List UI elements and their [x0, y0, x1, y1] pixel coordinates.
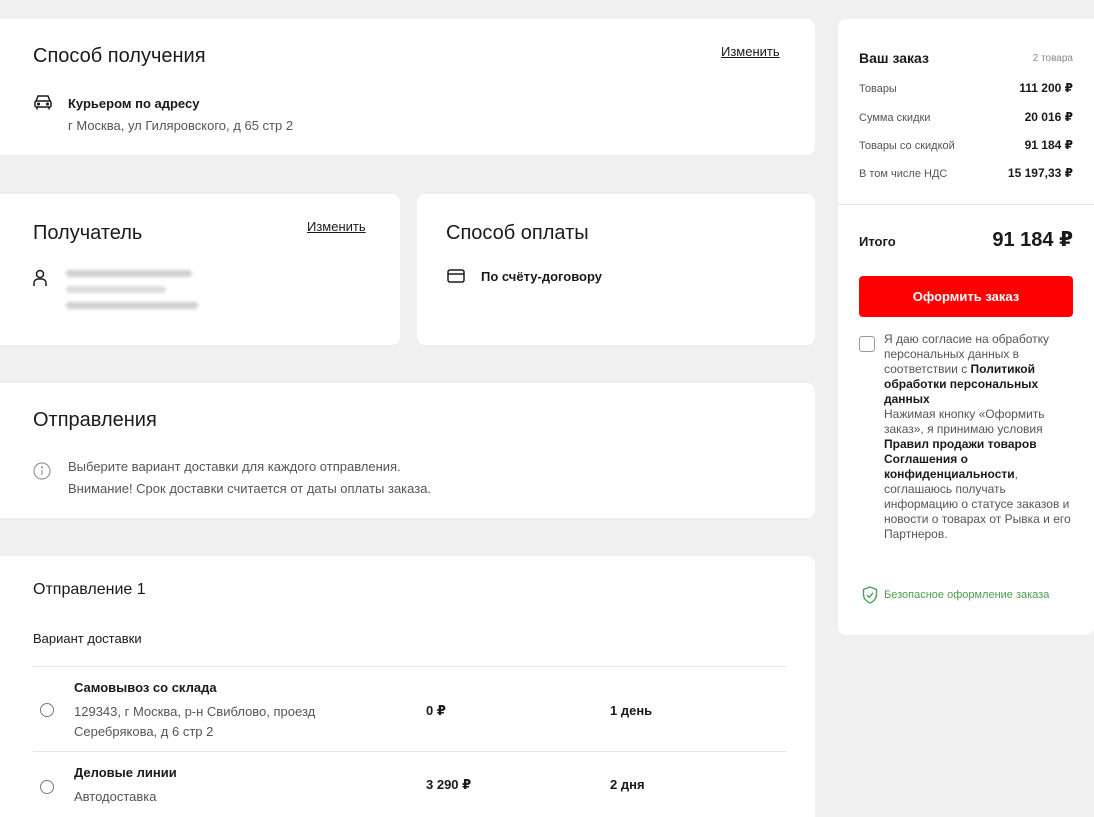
delivery-option-subtitle: Серебрякова, д 6 стр 2 — [74, 724, 214, 739]
consent-checkbox[interactable] — [859, 336, 875, 352]
summary-row-discount: Сумма скидки 20 016 ₽ — [859, 110, 1073, 124]
delivery-option-carrier-radio[interactable] — [40, 780, 54, 794]
divider — [33, 751, 787, 752]
summary-label: Сумма скидки — [859, 112, 931, 124]
recipient-email-redacted — [66, 302, 198, 309]
shipments-card — [0, 383, 815, 518]
delivery-option-title: Самовывоз со склада — [74, 680, 217, 695]
info-icon — [33, 462, 51, 480]
checkout-page: Способ получения Изменить Курьером по ад… — [0, 0, 1094, 817]
order-items-count: 2 товара — [1032, 53, 1073, 64]
delivery-method-name: Курьером по адресу — [68, 96, 200, 111]
submit-order-button[interactable]: Оформить заказ — [859, 276, 1073, 317]
delivery-option-days: 2 дня — [610, 777, 645, 792]
delivery-option-subtitle: Автодоставка — [74, 789, 157, 804]
payment-method-name: По счёту-договору — [481, 269, 602, 284]
delivery-option-title: Деловые линии — [74, 765, 177, 780]
summary-label: Товары — [859, 83, 897, 95]
delivery-option-subtitle: 129343, г Москва, р-н Свиблово, проезд — [74, 704, 316, 719]
summary-value: 91 184 ₽ — [1024, 138, 1073, 152]
summary-label: В том числе НДС — [859, 168, 948, 180]
delivery-method-card — [0, 19, 815, 155]
credit-card-icon — [447, 268, 465, 284]
delivery-option-pickup-radio[interactable] — [40, 703, 54, 717]
delivery-address: г Москва, ул Гиляровского, д 65 стр 2 — [68, 118, 294, 133]
recipient-name-redacted — [66, 270, 192, 277]
total-label: Итого — [859, 234, 896, 249]
shipment-1-title: Отправление 1 — [33, 581, 146, 598]
delivery-option-days: 1 день — [610, 703, 653, 718]
summary-value: 15 197,33 ₽ — [1007, 166, 1073, 180]
summary-row-goods: Товары 111 200 ₽ — [859, 81, 1073, 95]
secure-checkout-text: Безопасное оформление заказа — [884, 589, 1050, 601]
recipient-phone-redacted — [66, 286, 166, 293]
person-icon — [33, 269, 47, 287]
summary-value: 20 016 ₽ — [1024, 110, 1073, 124]
shipments-title: Отправления — [33, 409, 157, 431]
delivery-method-title: Способ получения — [33, 45, 206, 67]
total-value: 91 184 ₽ — [992, 229, 1073, 251]
order-summary-title: Ваш заказ — [859, 50, 929, 66]
summary-row-discounted: Товары со скидкой 91 184 ₽ — [859, 138, 1073, 152]
recipient-change-link[interactable]: Изменить — [307, 219, 366, 234]
summary-value: 111 200 ₽ — [1019, 81, 1073, 95]
shield-check-icon — [862, 586, 878, 604]
shipments-info-line2: Внимание! Срок доставки считается от дат… — [68, 481, 432, 496]
recipient-title: Получатель — [33, 222, 143, 244]
payment-method-title: Способ оплаты — [446, 222, 589, 244]
divider — [33, 666, 787, 667]
divider — [838, 204, 1094, 205]
payment-method-card — [417, 194, 815, 345]
delivery-option-price: 3 290 ₽ — [426, 777, 472, 792]
recipient-card — [0, 194, 400, 345]
delivery-change-link[interactable]: Изменить — [721, 44, 780, 59]
consent-text: Я даю согласие на обработку персональных… — [884, 332, 1071, 541]
summary-label: Товары со скидкой — [859, 140, 955, 152]
summary-row-vat: В том числе НДС 15 197,33 ₽ — [859, 166, 1073, 180]
delivery-variant-label: Вариант доставки — [33, 631, 142, 646]
shipments-info-line1: Выберите вариант доставки для каждого от… — [68, 459, 401, 474]
car-icon — [33, 93, 53, 111]
delivery-option-price: 0 ₽ — [426, 703, 446, 718]
